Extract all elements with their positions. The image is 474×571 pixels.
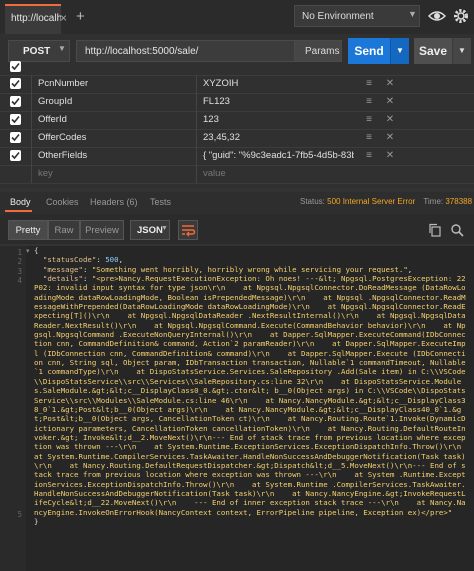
param-key[interactable]: GroupId [31,93,193,111]
checkbox-icon[interactable] [10,132,21,143]
line-number: 3 [17,267,22,276]
status-readout: Status: 500 Internal Server Error Time: … [300,197,474,206]
environment-select[interactable]: No Environment [294,5,420,27]
param-value[interactable]: XYZOIH [196,75,354,93]
close-tab-icon[interactable]: × [60,11,67,25]
param-value[interactable]: { "guid": "%9c3eadc1-7fb5-4d5b-83b4 [196,147,354,165]
fold-icon[interactable]: ▾ [26,247,30,255]
format-raw-button[interactable]: Raw [48,220,80,240]
url-input[interactable]: http://localhost:5000/sale/ [76,40,294,62]
json-key: "message" [42,264,83,274]
hamburger-icon[interactable]: ≡ [358,75,380,93]
param-value-placeholder[interactable]: value [196,165,354,183]
hamburger-icon[interactable]: ≡ [358,129,380,147]
line-number: 1 [17,248,22,257]
json-body: { "statusCode": 500, "message": "Somethi… [34,246,470,526]
chevron-down-icon: ▼ [161,225,168,232]
save-dropdown-chevron-icon[interactable]: ▼ [452,38,471,64]
param-value[interactable]: 23,45,32 [196,129,354,147]
table-row: OfferCodes 23,45,32 ≡ ✕ [0,129,474,148]
close-icon[interactable]: ✕ [380,111,400,129]
hamburger-icon[interactable]: ≡ [358,147,380,165]
checkbox-icon[interactable] [10,150,21,161]
hamburger-icon[interactable]: ≡ [358,93,380,111]
table-row-empty: key value [0,165,474,184]
json-value: 500 [105,255,119,265]
param-key[interactable]: OfferCodes [31,129,193,147]
tab-body[interactable]: Body [10,197,31,207]
time-label: Time: [423,197,444,206]
json-key: "statusCode" [42,255,97,265]
checkbox-icon[interactable] [10,78,21,89]
json-close: } [34,516,39,526]
copy-icon[interactable] [428,223,442,242]
chevron-down-icon: ▼ [58,44,66,53]
add-tab-button[interactable]: + [76,8,85,25]
table-row: PcnNumber XYZOIH ≡ ✕ [0,75,474,94]
params-button[interactable]: Params [294,40,342,62]
save-button[interactable]: Save [414,38,452,64]
table-row: OfferId 123 ≡ ✕ [0,111,474,130]
eye-icon[interactable] [426,5,448,27]
status-label: Status: [300,197,325,206]
gear-icon[interactable] [450,5,472,27]
tab-cookies[interactable]: Cookies [46,197,79,207]
json-value: "<pre>Nancy.RequestExecutionException: O… [34,274,466,517]
request-tab[interactable]: http://localhost:5000/ [5,4,61,34]
table-row: GroupId FL123 ≡ ✕ [0,93,474,112]
param-key[interactable]: OtherFields [31,147,193,165]
hamburger-icon[interactable]: ≡ [358,111,380,129]
checkbox-icon[interactable] [10,96,21,107]
param-key[interactable]: PcnNumber [31,75,193,93]
json-value: "Something went horribly, horribly wrong… [91,264,408,274]
param-value[interactable]: 123 [196,111,354,129]
send-button[interactable]: Send [348,38,390,64]
time-value: 378388 ms [445,197,474,206]
checkbox-icon[interactable] [10,61,21,72]
active-tab-indicator [5,210,32,212]
json-open: { [34,246,39,255]
line-number-gutter: 1 2 3 4 5 [0,246,26,571]
checkbox-icon[interactable] [10,114,21,125]
tab-headers[interactable]: Headers (6) [90,197,138,207]
param-key-placeholder[interactable]: key [31,165,193,183]
send-dropdown-chevron-icon[interactable]: ▼ [390,38,409,64]
close-icon[interactable]: ✕ [380,147,400,165]
table-row: OtherFields { "guid": "%9c3eadc1-7fb5-4d… [0,147,474,166]
close-icon[interactable]: ✕ [380,129,400,147]
line-number: 5 [17,510,22,519]
wrap-icon[interactable] [178,220,198,240]
search-icon[interactable] [450,223,464,242]
close-icon[interactable]: ✕ [380,75,400,93]
close-icon[interactable]: ✕ [380,93,400,111]
format-preview-button[interactable]: Preview [80,220,124,240]
line-number: 2 [17,257,22,266]
format-pretty-button[interactable]: Pretty [8,220,48,240]
param-value[interactable]: FL123 [196,93,354,111]
json-key: "details" [42,274,83,284]
params-table: PcnNumber XYZOIH ≡ ✕ GroupId FL123 ≡ ✕ O… [0,61,474,188]
status-value: 500 Internal Server Error [327,197,416,206]
line-number: 4 [17,276,22,285]
param-key[interactable]: OfferId [31,111,193,129]
chevron-down-icon: ▼ [408,9,417,19]
tab-tests[interactable]: Tests [150,197,171,207]
